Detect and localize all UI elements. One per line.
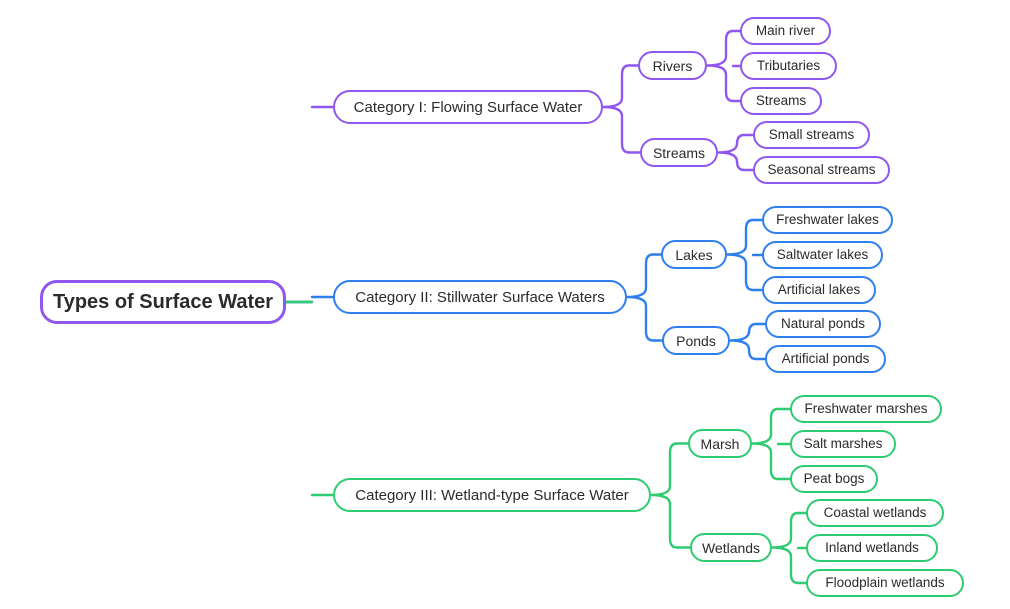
mid-node-lakes[interactable]: Lakes xyxy=(661,240,727,269)
leaf-node[interactable]: Natural ponds xyxy=(765,310,881,338)
leaf-node-label: Freshwater marshes xyxy=(804,401,928,417)
connector-brace xyxy=(726,218,755,292)
leaf-node-label: Seasonal streams xyxy=(767,162,876,178)
leaf-node[interactable]: Seasonal streams xyxy=(753,156,890,184)
mindmap-canvas: Types of Surface Water Category I: Flowin… xyxy=(0,0,1010,609)
mid-node-streams[interactable]: Streams xyxy=(640,138,718,167)
connector-brace xyxy=(771,511,800,585)
leaf-node[interactable]: Saltwater lakes xyxy=(762,241,883,269)
leaf-node-label: Freshwater lakes xyxy=(776,212,879,228)
branch-node-category-3[interactable]: Category III: Wetland-type Surface Water xyxy=(333,478,651,512)
mid-node-marsh[interactable]: Marsh xyxy=(688,429,752,458)
leaf-node[interactable]: Main river xyxy=(740,17,831,45)
leaf-node[interactable]: Floodplain wetlands xyxy=(806,569,964,597)
leaf-node-label: Small streams xyxy=(768,127,855,143)
mid-node-ponds-label: Ponds xyxy=(676,332,716,349)
branch-node-category-3-label: Category III: Wetland-type Surface Water xyxy=(355,486,629,504)
leaf-node[interactable]: Inland wetlands xyxy=(806,534,938,562)
leaf-node[interactable]: Freshwater marshes xyxy=(790,395,942,423)
leaf-node[interactable]: Freshwater lakes xyxy=(762,206,893,234)
leaf-node-label: Coastal wetlands xyxy=(823,505,927,521)
leaf-node-label: Artificial lakes xyxy=(777,282,861,298)
mid-node-ponds[interactable]: Ponds xyxy=(662,326,730,355)
leaf-node-label: Salt marshes xyxy=(803,436,883,452)
mid-node-lakes-label: Lakes xyxy=(675,246,713,263)
leaf-node[interactable]: Small streams xyxy=(753,121,870,149)
leaf-node[interactable]: Peat bogs xyxy=(790,465,878,493)
connector-brace xyxy=(706,29,735,103)
leaf-node-label: Saltwater lakes xyxy=(776,247,869,263)
root-node[interactable]: Types of Surface Water xyxy=(40,280,286,324)
mid-node-rivers[interactable]: Rivers xyxy=(638,51,707,80)
branch-node-category-1-label: Category I: Flowing Surface Water xyxy=(353,98,583,116)
leaf-node[interactable]: Artificial ponds xyxy=(765,345,886,373)
leaf-node-label: Inland wetlands xyxy=(825,540,919,556)
connector-brace xyxy=(717,133,746,172)
leaf-node-label: Artificial ponds xyxy=(781,351,870,367)
branch-node-category-2-label: Category II: Stillwater Surface Waters xyxy=(355,288,605,306)
leaf-node-label: Tributaries xyxy=(756,58,821,74)
branch-node-category-2[interactable]: Category II: Stillwater Surface Waters xyxy=(333,280,627,314)
connector-brace xyxy=(729,322,758,361)
mid-node-marsh-label: Marsh xyxy=(700,435,740,452)
connector-brace xyxy=(626,253,655,342)
mid-node-streams-label: Streams xyxy=(652,144,706,161)
leaf-node[interactable]: Salt marshes xyxy=(790,430,896,458)
connector-brace xyxy=(751,407,780,481)
connector-brace xyxy=(650,442,679,549)
leaf-node[interactable]: Artificial lakes xyxy=(762,276,876,304)
leaf-node-label: Natural ponds xyxy=(780,316,866,332)
leaf-node-label: Streams xyxy=(755,93,807,109)
mid-node-wetlands[interactable]: Wetlands xyxy=(690,533,772,562)
mid-node-wetlands-label: Wetlands xyxy=(701,539,761,556)
root-node-label: Types of Surface Water xyxy=(52,291,274,313)
leaf-node-label: Peat bogs xyxy=(803,471,865,487)
leaf-node[interactable]: Coastal wetlands xyxy=(806,499,944,527)
leaf-node[interactable]: Tributaries xyxy=(740,52,837,80)
leaf-node-label: Main river xyxy=(755,23,816,39)
mid-node-rivers-label: Rivers xyxy=(652,57,693,74)
branch-node-category-1[interactable]: Category I: Flowing Surface Water xyxy=(333,90,603,124)
leaf-node-label: Floodplain wetlands xyxy=(825,575,945,591)
connector-brace xyxy=(602,64,631,154)
leaf-node[interactable]: Streams xyxy=(740,87,822,115)
